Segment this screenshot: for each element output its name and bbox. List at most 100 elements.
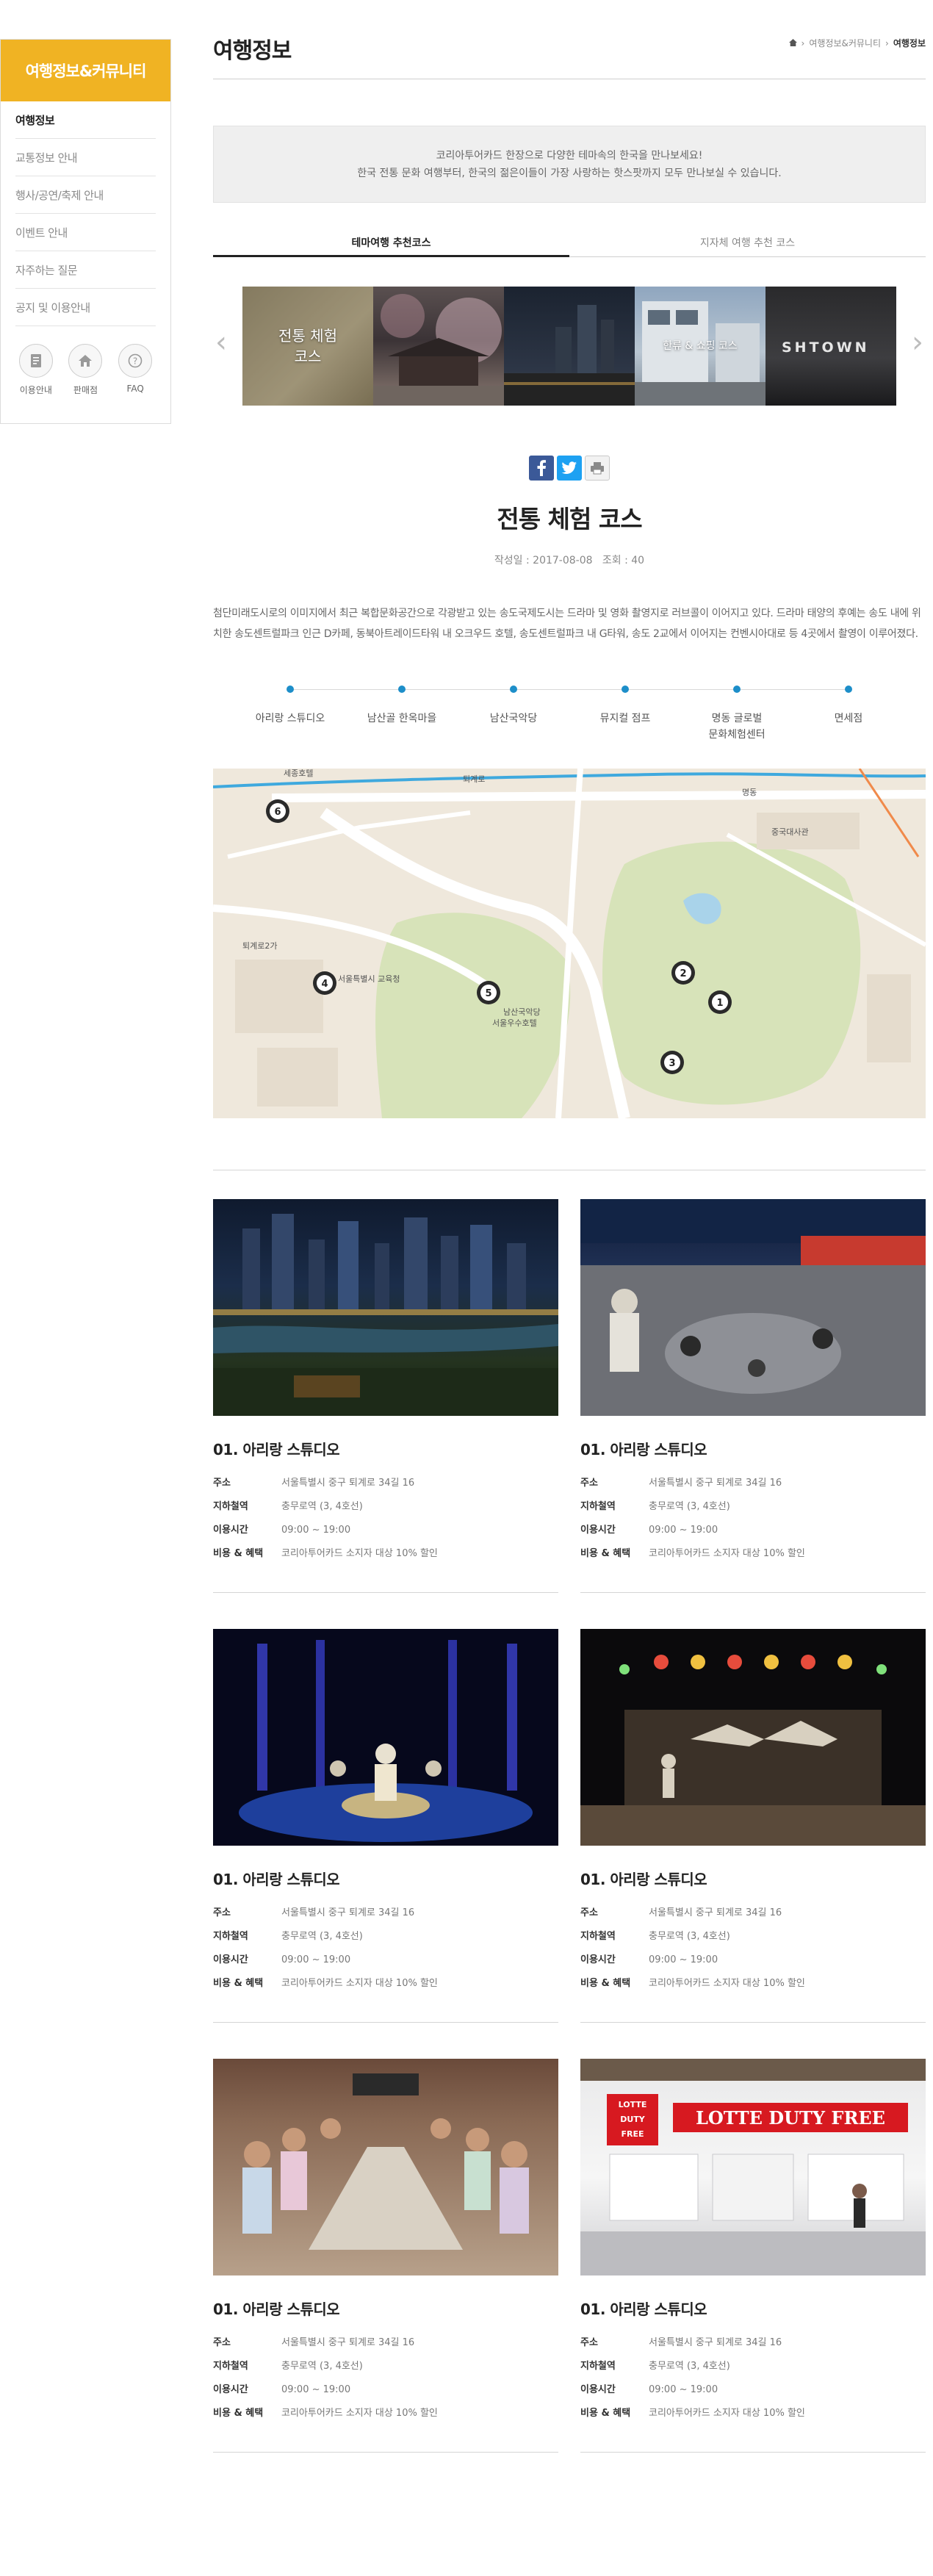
spot-address: 서울특별시 중구 퇴계로 34길 16: [281, 2337, 415, 2348]
map-marker[interactable]: 4: [313, 971, 336, 995]
quick-link-stores[interactable]: 판매점: [63, 344, 107, 396]
spot-photo[interactable]: LOTTE DUTY FREE LOTTE DUTY FREE: [580, 2059, 926, 2275]
carousel-next-button[interactable]: ›: [907, 328, 929, 357]
info-label: 주소: [213, 2337, 231, 2348]
timeline-stop[interactable]: 남산국악당: [462, 686, 565, 727]
tab-local-course[interactable]: 지자체 여행 추천 코스: [569, 232, 926, 257]
spot-hours: 09:00 ~ 19:00: [281, 2384, 351, 2395]
timeline-stop[interactable]: 뮤지컬 점프: [574, 686, 677, 727]
carousel-slide-palace[interactable]: [373, 287, 504, 406]
print-icon[interactable]: [585, 456, 610, 481]
spot-photo[interactable]: [213, 1629, 558, 1846]
spot-name: 01. 아리랑 스튜디오: [580, 1871, 707, 1888]
quick-link-label: 이용안내: [19, 385, 52, 395]
carousel-slide-showtown[interactable]: SHTOWN: [766, 287, 896, 406]
course-timeline: 아리랑 스튜디오 남산골 한옥마을 남산국악당 뮤지컬 점프 명동 글로벌 문화…: [213, 686, 926, 744]
showtown-sign: SHTOWN: [782, 339, 870, 356]
carousel-slides: 전통 체험 코스 한류 & 쇼핑 코스 SHTOWN: [242, 287, 896, 406]
timeline-dot: [733, 686, 741, 693]
slide-label: 전통 체험 코스: [278, 327, 337, 365]
spot-card: 01. 아리랑 스튜디오 주소 서울특별시 중구 퇴계로 34길 16 지하철역 충…: [580, 1629, 926, 2023]
svg-text:5: 5: [485, 988, 491, 999]
quick-link-guide[interactable]: 이용안내: [14, 344, 58, 396]
carousel-slide-traditional[interactable]: 전통 체험 코스: [242, 287, 373, 406]
spot-address: 서울특별시 중구 퇴계로 34길 16: [649, 2337, 782, 2348]
info-label: 지하철역: [580, 1931, 616, 1942]
svg-text:3: 3: [669, 1058, 675, 1069]
timeline-dot: [398, 686, 406, 693]
quick-links: 이용안내 판매점 ? FAQ: [1, 326, 170, 396]
info-label: 지하철역: [580, 1501, 616, 1512]
twitter-icon[interactable]: [557, 456, 582, 481]
sidebar-item-events-festivals[interactable]: 행사/공연/축제 안내: [15, 176, 156, 214]
sidebar-item-transport[interactable]: 교통정보 안내: [15, 139, 156, 176]
quick-link-faq[interactable]: ? FAQ: [113, 344, 157, 396]
spot-hours: 09:00 ~ 19:00: [649, 2384, 718, 2395]
home-icon[interactable]: [788, 38, 797, 48]
map-marker[interactable]: 3: [660, 1051, 684, 1074]
carousel-slide-city[interactable]: [504, 287, 635, 406]
info-label: 비용 & 혜택: [580, 1548, 631, 1559]
sidebar-item-faq[interactable]: 자주하는 질문: [15, 251, 156, 289]
timeline-stop[interactable]: 아리랑 스튜디오: [239, 686, 342, 727]
main-content: 여행정보 › 여행정보&커뮤니티 › 여행정보 코리아투어카드 한장으로 다양한…: [213, 0, 926, 2453]
map-marker[interactable]: 6: [266, 799, 289, 823]
breadcrumb-item[interactable]: 여행정보&커뮤니티: [809, 37, 881, 49]
map-marker[interactable]: 2: [671, 961, 695, 985]
spot-name: 01. 아리랑 스튜디오: [580, 1441, 707, 1458]
timeline-dot: [510, 686, 517, 693]
timeline-stop[interactable]: 남산골 한옥마을: [350, 686, 453, 727]
spot-subway: 충무로역 (3, 4호선): [281, 1931, 363, 1942]
article-description: 첨단미래도시로의 이미지에서 최근 복합문화공간으로 각광받고 있는 송도국제도…: [213, 608, 921, 640]
spot-address: 서울특별시 중구 퇴계로 34길 16: [281, 1478, 415, 1489]
slide-label: 한류 & 쇼핑 코스: [663, 340, 738, 352]
spot-photo[interactable]: [580, 1629, 926, 1846]
spot-subway: 충무로역 (3, 4호선): [649, 2361, 730, 2372]
info-label: 이용시간: [213, 1525, 248, 1536]
info-label: 비용 & 혜택: [580, 1978, 631, 1989]
facebook-icon[interactable]: [529, 456, 554, 481]
spot-card: 01. 아리랑 스튜디오 주소 서울특별시 중구 퇴계로 34길 16 지하철역 충…: [213, 2059, 558, 2453]
breadcrumb: › 여행정보&커뮤니티 › 여행정보: [788, 37, 926, 49]
spot-card: 01. 아리랑 스튜디오 주소 서울특별시 중구 퇴계로 34길 16 지하철역 충…: [580, 1199, 926, 1593]
sidebar-item-notice[interactable]: 공지 및 이용안내: [15, 289, 156, 326]
spot-benefit: 코리아투어카드 소지자 대상 10% 할인: [649, 2408, 805, 2419]
svg-text:6: 6: [274, 807, 281, 818]
route-map[interactable]: 세종호텔 퇴계로 명동 서울특별시 교육청 남산국악당 서울우수호텔 중국대사관…: [213, 769, 926, 1118]
timeline-label: 남산골 한옥마을: [367, 713, 437, 724]
timeline-label: 명동 글로벌 문화체험센터: [708, 713, 766, 741]
info-label: 주소: [213, 1478, 231, 1489]
info-label: 비용 & 혜택: [213, 2408, 264, 2419]
map-marker[interactable]: 5: [477, 981, 500, 1004]
spot-info: 주소 서울특별시 중구 퇴계로 34길 16 지하철역 충무로역 (3, 4호선) …: [580, 2331, 926, 2425]
spot-info: 주소 서울특별시 중구 퇴계로 34길 16 지하철역 충무로역 (3, 4호선) …: [213, 2331, 558, 2425]
spot-name: 01. 아리랑 스튜디오: [213, 1871, 340, 1888]
spot-photo[interactable]: [213, 2059, 558, 2275]
timeline-label: 아리랑 스튜디오: [255, 713, 325, 724]
spot-name: 01. 아리랑 스튜디오: [580, 2300, 707, 2318]
notice-line: 한국 전통 문화 여행부터, 한국의 젊은이들이 가장 사랑하는 핫스팟까지 모…: [357, 167, 782, 179]
timeline-stop[interactable]: 명동 글로벌 문화체험센터: [685, 686, 788, 743]
carousel-slide-hallyu-shopping[interactable]: 한류 & 쇼핑 코스: [635, 287, 766, 406]
sidebar-item-travel-info[interactable]: 여행정보: [15, 101, 156, 139]
info-label: 비용 & 혜택: [213, 1548, 264, 1559]
sidebar-item-event-info[interactable]: 이벤트 안내: [15, 214, 156, 251]
map-canvas: 세종호텔 퇴계로 명동 서울특별시 교육청 남산국악당 서울우수호텔 중국대사관…: [213, 769, 926, 1118]
info-label: 이용시간: [580, 2384, 616, 2395]
notice-box: 코리아투어카드 한장으로 다양한 테마속의 한국을 만나보세요! 한국 전통 문…: [213, 126, 926, 203]
spot-name: 01. 아리랑 스튜디오: [213, 2300, 340, 2318]
map-label: 서울우수호텔: [492, 1018, 537, 1028]
spot-subway: 충무로역 (3, 4호선): [649, 1931, 730, 1942]
svg-text:4: 4: [321, 979, 328, 990]
spot-card: LOTTE DUTY FREE LOTTE DUTY FREE 01. 아리랑 …: [580, 2059, 926, 2453]
timeline-stop[interactable]: 면세점: [797, 686, 900, 727]
spot-subway: 충무로역 (3, 4호선): [281, 1501, 363, 1512]
carousel-prev-button[interactable]: ‹: [210, 328, 232, 357]
map-label: 세종호텔: [284, 769, 313, 778]
page-header: 여행정보 › 여행정보&커뮤니티 › 여행정보: [213, 0, 926, 79]
spot-photo[interactable]: [580, 1199, 926, 1416]
tab-theme-course[interactable]: 테마여행 추천코스: [213, 232, 569, 257]
spot-benefit: 코리아투어카드 소지자 대상 10% 할인: [281, 1978, 438, 1989]
spot-photo[interactable]: [213, 1199, 558, 1416]
map-marker[interactable]: 1: [708, 990, 732, 1014]
